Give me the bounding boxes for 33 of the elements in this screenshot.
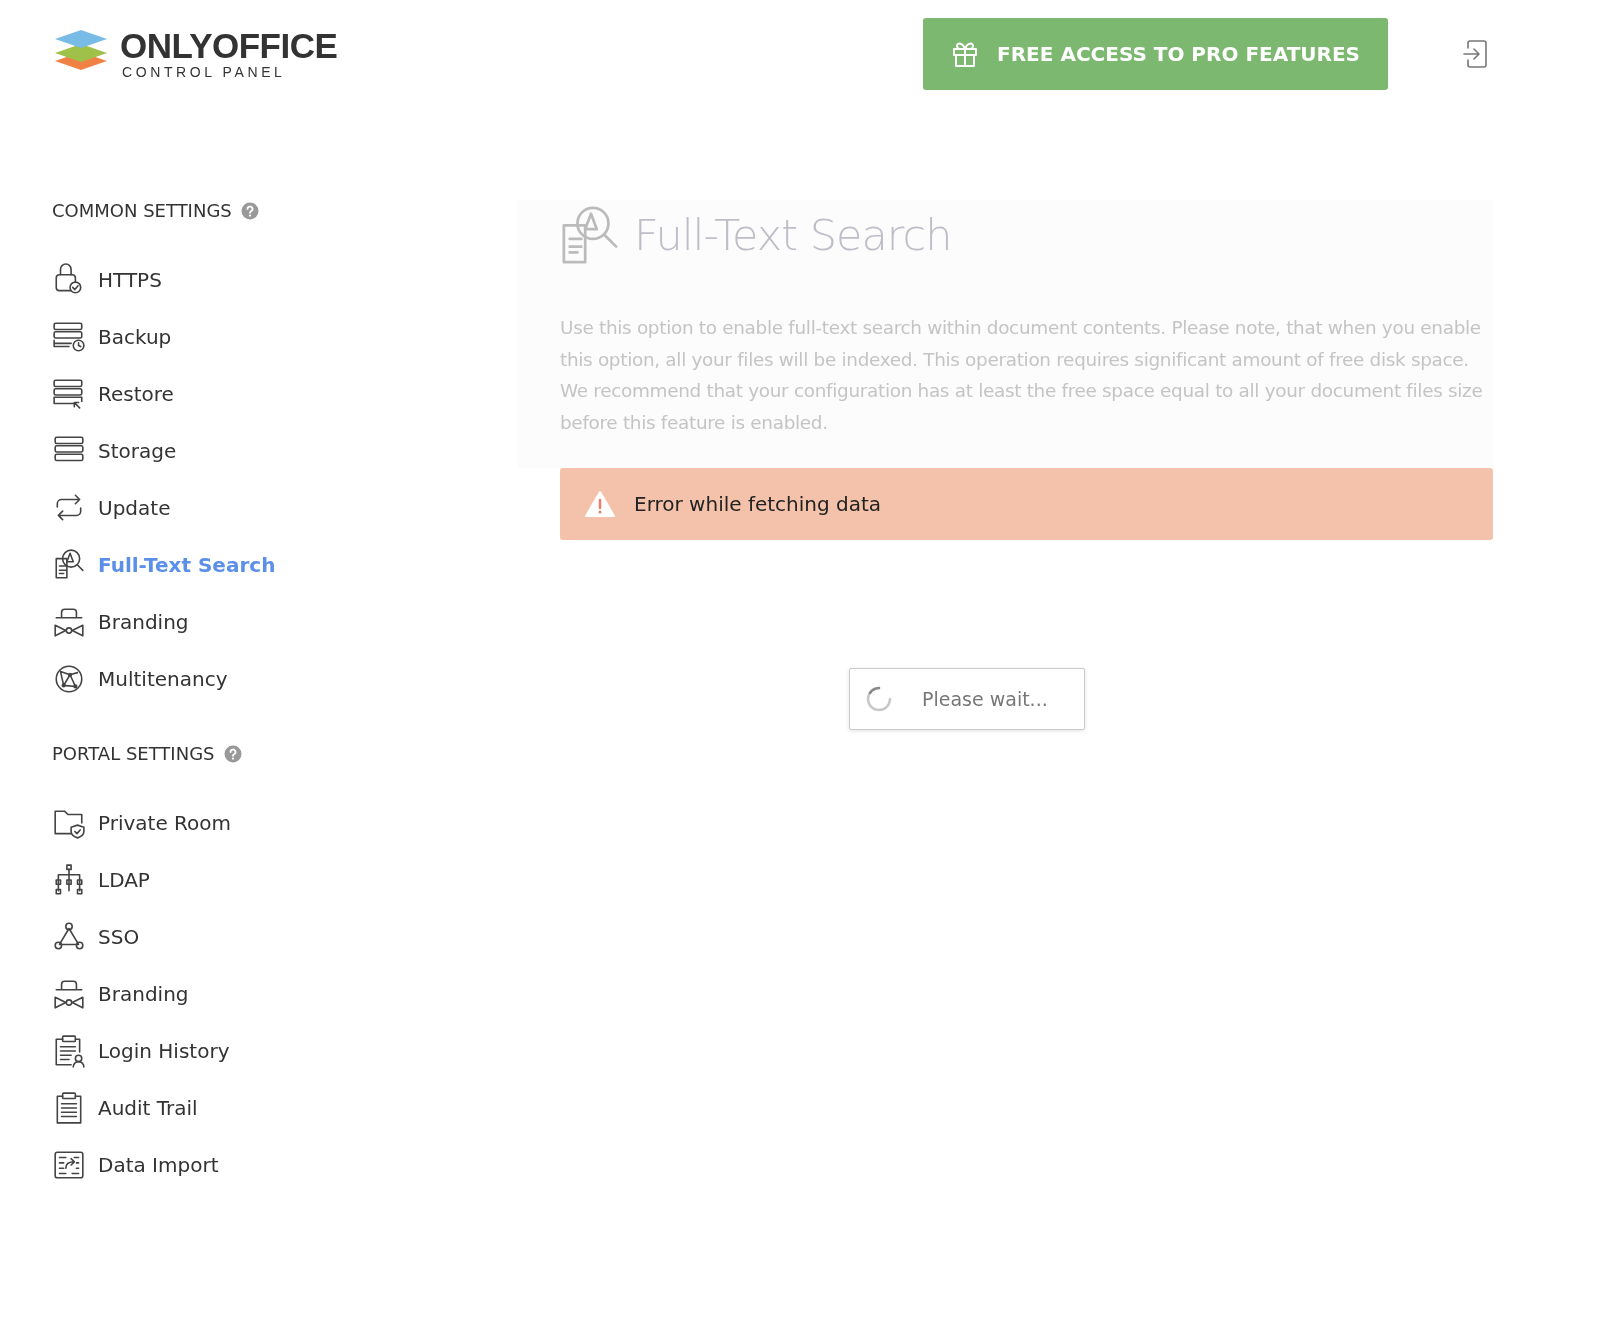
sidebar-item[interactable]: HTTPS — [52, 251, 162, 308]
clipboard-user-icon — [52, 1033, 86, 1068]
spinner-icon — [866, 686, 892, 712]
logout-icon[interactable] — [1462, 39, 1488, 69]
sidebar-item[interactable]: Update — [52, 479, 171, 536]
sidebar-item[interactable]: Audit Trail — [52, 1079, 198, 1136]
gift-icon — [951, 40, 980, 68]
logo-wordmark: ONLYOFFICE — [120, 28, 338, 64]
logo-subtitle: CONTROL PANEL — [121, 64, 287, 80]
sidebar-item[interactable]: Backup — [52, 308, 172, 365]
sidebar-item[interactable]: Private Room — [52, 794, 232, 851]
sidebar-item[interactable]: Restore — [52, 365, 174, 422]
loading-text: Please wait... — [922, 688, 1048, 710]
feature-description: Use this option to enable full-text search within document contents. Please note, that when you enable this option, all your files will be indexed. This operation requires significant amount of free disk space. We recommend that your configuration has at least the free space equal to all your document files size before this feature is enabled. — [560, 316, 1484, 435]
server-clock-icon — [52, 319, 86, 354]
help-icon[interactable] — [223, 744, 242, 763]
sidebar-item[interactable]: LDAP — [52, 851, 150, 908]
sidebar-item[interactable]: Multitenancy — [52, 650, 228, 707]
sidebar-item[interactable]: Data Import — [52, 1136, 219, 1193]
sidebar-item[interactable]: SSO — [52, 908, 140, 965]
sidebar-item[interactable]: Branding — [52, 965, 189, 1022]
help-icon[interactable] — [240, 201, 259, 220]
warning-icon — [584, 490, 616, 518]
sidebar-item[interactable]: Branding — [52, 593, 189, 650]
section-heading: PORTAL SETTINGS — [52, 743, 215, 764]
sidebar-item[interactable]: Login History — [52, 1022, 230, 1079]
document-search-icon — [52, 547, 86, 582]
hierarchy-icon — [52, 862, 86, 897]
error-message: Error while fetching data — [634, 492, 882, 516]
section-heading: COMMON SETTINGS — [52, 200, 232, 221]
sidebar-item[interactable]: Storage — [52, 422, 177, 479]
page-title: Full-Text Search — [634, 210, 952, 260]
server-arrow-icon — [52, 376, 86, 411]
